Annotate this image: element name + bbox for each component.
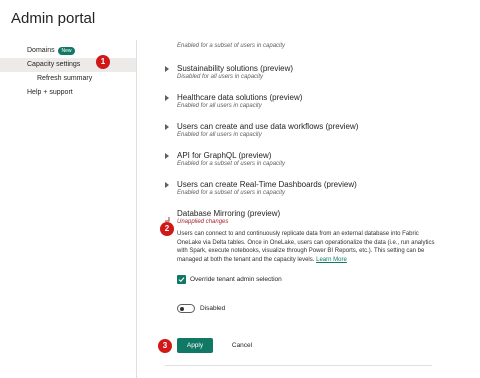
chevron-right-icon [165,95,169,101]
new-badge: New [58,47,75,55]
sidebar-item-label: Capacity settings [27,61,81,68]
setting-title: API for GraphQL (preview) [177,151,272,160]
setting-title: Users can create Real-Time Dashboards (p… [177,180,357,189]
setting-status: Disabled for all users in capacity [177,74,264,80]
sidebar-item-refresh-summary[interactable]: Refresh summary [0,72,136,86]
description-text: Users can connect to and continuously re… [177,231,435,264]
setting-status: Enabled for all users in capacity [177,132,262,138]
sidebar-nav: Domains New Capacity settings Refresh su… [0,40,137,378]
setting-title: Healthcare data solutions (preview) [177,93,303,102]
setting-status: Enabled for a subset of users in capacit… [177,43,286,49]
chevron-right-icon [165,124,169,130]
callout-marker-2: 2 [160,222,174,236]
chevron-right-icon [165,66,169,72]
apply-button[interactable]: Apply [177,338,213,353]
sidebar-item-help-support[interactable]: Help + support [0,86,136,100]
toggle-label: Disabled [200,305,226,312]
cancel-button[interactable]: Cancel [222,338,262,353]
setting-title: Users can create and use data workflows … [177,122,359,131]
learn-more-link[interactable]: Learn More [316,257,347,263]
page-title: Admin portal [11,10,96,27]
setting-status: Enabled for a subset of users in capacit… [177,161,286,167]
chevron-right-icon [165,182,169,188]
sidebar-item-domains[interactable]: Domains New [0,44,136,58]
sidebar-item-label: Domains [27,47,55,54]
callout-marker-3: 3 [158,339,172,353]
override-tenant-checkbox[interactable] [177,275,186,284]
toggle-knob [179,306,184,311]
override-tenant-label: Override tenant admin selection [190,276,282,283]
setting-status: Enabled for a subset of users in capacit… [177,190,286,196]
sidebar-item-capacity-settings[interactable]: Capacity settings [0,58,136,72]
sidebar-item-label: Refresh summary [37,75,93,82]
setting-title: Database Mirroring (preview) [177,209,281,218]
divider [165,365,432,366]
setting-status: Enabled for all users in capacity [177,103,262,109]
setting-title: Sustainability solutions (preview) [177,64,294,73]
unapplied-changes-status: Unapplied changes [177,219,229,225]
setting-description: Users can connect to and continuously re… [177,230,442,265]
enable-toggle[interactable] [177,304,195,313]
sidebar-item-label: Help + support [27,89,73,96]
chevron-right-icon [165,153,169,159]
callout-marker-1: 1 [96,55,110,69]
checkmark-icon [178,277,185,283]
chevron-down-icon [164,209,170,222]
